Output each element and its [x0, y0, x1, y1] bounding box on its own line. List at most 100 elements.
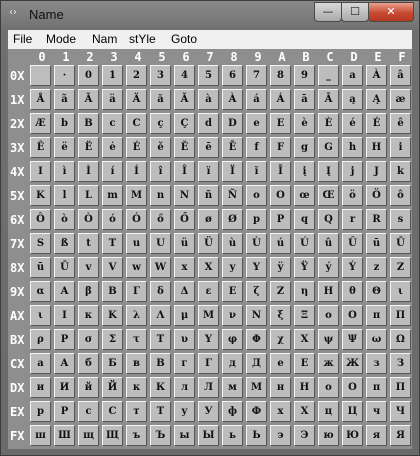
char-cell[interactable]: О: [342, 377, 363, 398]
char-cell[interactable]: п: [366, 377, 387, 398]
char-cell[interactable]: Z: [390, 257, 411, 278]
char-cell[interactable]: ö: [342, 185, 363, 206]
char-cell[interactable]: Ы: [198, 425, 219, 446]
char-cell[interactable]: ì: [54, 161, 75, 182]
char-cell[interactable]: ι: [30, 305, 51, 326]
char-cell[interactable]: ő: [150, 209, 171, 230]
char-cell[interactable]: Á: [270, 89, 291, 110]
char-cell[interactable]: ā: [294, 89, 315, 110]
char-cell[interactable]: Ý: [342, 257, 363, 278]
char-cell[interactable]: t: [78, 233, 99, 254]
char-cell[interactable]: ·: [54, 65, 75, 86]
char-cell[interactable]: [30, 65, 51, 86]
char-cell[interactable]: ш: [30, 425, 51, 446]
char-cell[interactable]: ū: [30, 257, 51, 278]
char-cell[interactable]: à: [198, 89, 219, 110]
char-cell[interactable]: λ: [126, 305, 147, 326]
char-cell[interactable]: Q: [318, 209, 339, 230]
char-cell[interactable]: Ô: [30, 209, 51, 230]
char-cell[interactable]: С: [102, 401, 123, 422]
char-cell[interactable]: ü: [174, 233, 195, 254]
close-button[interactable]: ✕: [368, 2, 414, 22]
char-cell[interactable]: Γ: [126, 281, 147, 302]
char-cell[interactable]: Ц: [342, 401, 363, 422]
char-cell[interactable]: b: [54, 113, 75, 134]
char-cell[interactable]: Σ: [102, 329, 123, 350]
char-cell[interactable]: П: [390, 377, 411, 398]
char-cell[interactable]: Ü: [198, 233, 219, 254]
char-cell[interactable]: ï: [198, 161, 219, 182]
char-cell[interactable]: ė: [102, 137, 123, 158]
char-cell[interactable]: À: [366, 65, 387, 86]
char-cell[interactable]: Ξ: [294, 305, 315, 326]
char-cell[interactable]: F: [270, 137, 291, 158]
char-cell[interactable]: Ă: [174, 89, 195, 110]
char-cell[interactable]: E: [270, 113, 291, 134]
char-cell[interactable]: Н: [294, 377, 315, 398]
char-cell[interactable]: È: [318, 113, 339, 134]
char-cell[interactable]: Π: [390, 305, 411, 326]
char-cell[interactable]: o: [246, 185, 267, 206]
char-cell[interactable]: ο: [318, 305, 339, 326]
char-cell[interactable]: S: [30, 233, 51, 254]
char-cell[interactable]: Ñ: [222, 185, 243, 206]
char-cell[interactable]: C: [126, 113, 147, 134]
char-cell[interactable]: H: [318, 281, 339, 302]
char-cell[interactable]: X: [198, 257, 219, 278]
char-cell[interactable]: À: [222, 89, 243, 110]
char-cell[interactable]: σ: [78, 329, 99, 350]
char-cell[interactable]: s: [390, 209, 411, 230]
char-cell[interactable]: ß: [54, 233, 75, 254]
char-cell[interactable]: ψ: [318, 329, 339, 350]
char-cell[interactable]: d: [198, 113, 219, 134]
char-cell[interactable]: į: [294, 161, 315, 182]
char-cell[interactable]: о: [318, 377, 339, 398]
char-cell[interactable]: Ò: [78, 209, 99, 230]
char-cell[interactable]: z: [366, 257, 387, 278]
char-cell[interactable]: ą: [342, 89, 363, 110]
char-cell[interactable]: œ: [294, 185, 315, 206]
char-cell[interactable]: т: [126, 401, 147, 422]
char-cell[interactable]: A: [54, 281, 75, 302]
char-cell[interactable]: w: [126, 257, 147, 278]
menu-nam[interactable]: Nam: [92, 32, 117, 46]
char-cell[interactable]: N: [174, 185, 195, 206]
char-cell[interactable]: V: [102, 257, 123, 278]
menu-mode[interactable]: Mode: [46, 32, 76, 46]
char-cell[interactable]: M: [126, 185, 147, 206]
char-cell[interactable]: ω: [366, 329, 387, 350]
char-cell[interactable]: i: [390, 137, 411, 158]
char-cell[interactable]: ы: [174, 425, 195, 446]
char-cell[interactable]: х: [270, 401, 291, 422]
char-cell[interactable]: З: [390, 353, 411, 374]
char-cell[interactable]: м: [222, 377, 243, 398]
char-cell[interactable]: ф: [222, 401, 243, 422]
char-cell[interactable]: Ē: [222, 137, 243, 158]
char-cell[interactable]: й: [78, 377, 99, 398]
char-cell[interactable]: щ: [78, 425, 99, 446]
char-cell[interactable]: Ó: [126, 209, 147, 230]
char-cell[interactable]: Ū: [390, 233, 411, 254]
char-cell[interactable]: è: [294, 113, 315, 134]
char-cell[interactable]: ю: [318, 425, 339, 446]
char-cell[interactable]: T: [150, 329, 171, 350]
char-cell[interactable]: Э: [294, 425, 315, 446]
char-cell[interactable]: Ъ: [150, 425, 171, 446]
char-cell[interactable]: É: [126, 137, 147, 158]
char-cell[interactable]: a: [342, 65, 363, 86]
char-cell[interactable]: É: [366, 113, 387, 134]
char-cell[interactable]: У: [198, 401, 219, 422]
char-cell[interactable]: L: [78, 185, 99, 206]
char-cell[interactable]: Ш: [54, 425, 75, 446]
char-cell[interactable]: Ì: [78, 161, 99, 182]
char-cell[interactable]: I: [30, 161, 51, 182]
char-cell[interactable]: ě: [150, 137, 171, 158]
char-cell[interactable]: Х: [294, 401, 315, 422]
char-cell[interactable]: N: [246, 305, 267, 326]
char-cell[interactable]: и: [30, 377, 51, 398]
char-cell[interactable]: ă: [150, 89, 171, 110]
char-cell[interactable]: Ю: [342, 425, 363, 446]
char-cell[interactable]: T: [102, 233, 123, 254]
char-cell[interactable]: я: [366, 425, 387, 446]
char-cell[interactable]: 8: [270, 65, 291, 86]
